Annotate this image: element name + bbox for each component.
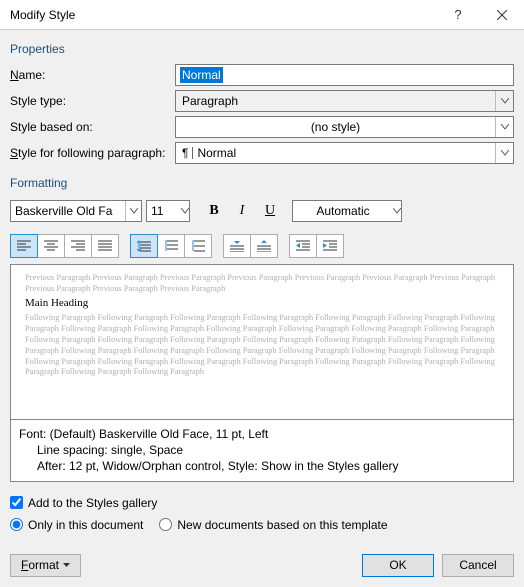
name-label: Name:	[10, 68, 175, 82]
style-type-label: Style type:	[10, 94, 175, 108]
align-left-icon	[17, 240, 31, 252]
close-button[interactable]	[480, 0, 524, 30]
cancel-button[interactable]: Cancel	[442, 554, 514, 577]
following-select[interactable]: ¶Normal	[175, 142, 514, 164]
new-documents-input[interactable]	[159, 518, 172, 531]
new-documents-radio[interactable]: New documents based on this template	[159, 518, 387, 532]
properties-label: Properties	[10, 42, 514, 56]
close-icon	[497, 10, 507, 20]
desc-line-2: Line spacing: single, Space	[19, 442, 505, 458]
indent-inc-icon	[323, 240, 337, 252]
spacing-2-button[interactable]	[184, 234, 212, 258]
align-justify-icon	[98, 240, 112, 252]
italic-button[interactable]: I	[230, 200, 254, 222]
based-on-select[interactable]: (no style)	[175, 116, 514, 138]
space-before-dec-icon	[257, 240, 271, 252]
size-select[interactable]: 11	[146, 200, 190, 222]
chevron-down-icon	[495, 91, 513, 111]
preview-follow: Following Paragraph Following Paragraph …	[25, 313, 499, 379]
align-center-button[interactable]	[37, 234, 65, 258]
desc-line-3: After: 12 pt, Widow/Orphan control, Styl…	[19, 458, 505, 474]
indent-inc-button[interactable]	[316, 234, 344, 258]
add-to-gallery-input[interactable]	[10, 496, 23, 509]
font-select[interactable]: Baskerville Old Fa	[10, 200, 142, 222]
format-button[interactable]: Format	[10, 554, 81, 577]
align-right-icon	[71, 240, 85, 252]
spacing-15-button[interactable]	[157, 234, 185, 258]
chevron-down-icon	[393, 208, 401, 214]
desc-line-1: Font: (Default) Baskerville Old Face, 11…	[19, 426, 505, 442]
chevron-down-icon	[495, 117, 513, 137]
align-left-button[interactable]	[10, 234, 38, 258]
title-bar: Modify Style ?	[0, 0, 524, 30]
only-document-radio[interactable]: Only in this document	[10, 518, 143, 532]
ok-button[interactable]: OK	[362, 554, 434, 577]
following-label: Style for following paragraph:	[10, 146, 175, 160]
based-on-label: Style based on:	[10, 120, 175, 134]
chevron-down-icon	[495, 143, 513, 163]
preview-prev: Previous Paragraph Previous Paragraph Pr…	[25, 273, 499, 295]
only-document-input[interactable]	[10, 518, 23, 531]
chevron-down-icon	[181, 208, 189, 214]
underline-button[interactable]: U	[258, 200, 282, 222]
formatting-label: Formatting	[10, 176, 514, 190]
space-before-inc-button[interactable]	[223, 234, 251, 258]
help-button[interactable]: ?	[436, 0, 480, 30]
add-to-gallery-checkbox[interactable]: Add to the Styles gallery	[10, 496, 514, 510]
align-center-icon	[44, 240, 58, 252]
spacing-1-button[interactable]	[130, 234, 158, 258]
dialog-title: Modify Style	[10, 8, 436, 22]
indent-dec-button[interactable]	[289, 234, 317, 258]
align-justify-button[interactable]	[91, 234, 119, 258]
preview-heading: Main Heading	[25, 297, 499, 309]
chevron-down-icon	[63, 563, 70, 567]
align-right-button[interactable]	[64, 234, 92, 258]
font-color-select[interactable]: Automatic	[292, 200, 402, 222]
bold-button[interactable]: B	[202, 200, 226, 222]
description-box: Font: (Default) Baskerville Old Face, 11…	[10, 420, 514, 482]
style-type-select[interactable]: Paragraph	[175, 90, 514, 112]
preview-box: Previous Paragraph Previous Paragraph Pr…	[10, 264, 514, 420]
space-before-dec-button[interactable]	[250, 234, 278, 258]
line-spacing-2-icon	[191, 240, 205, 252]
line-spacing-15-icon	[164, 240, 178, 252]
chevron-down-icon	[125, 201, 141, 221]
line-spacing-1-icon	[137, 240, 151, 252]
name-input[interactable]: Normal	[175, 64, 514, 86]
space-before-inc-icon	[230, 240, 244, 252]
indent-dec-icon	[296, 240, 310, 252]
